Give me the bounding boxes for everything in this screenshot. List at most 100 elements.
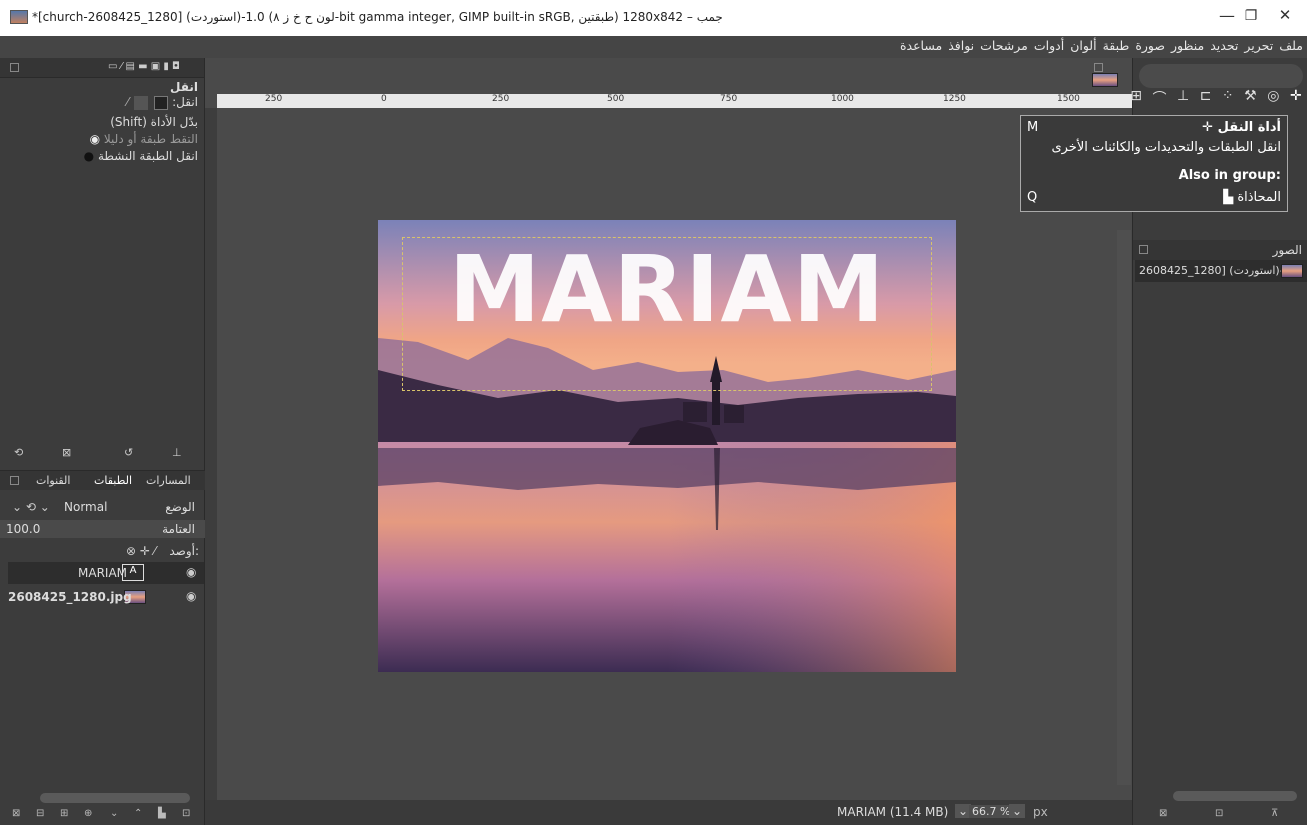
lock-label: أوصد: (169, 544, 199, 558)
paint-tools-icon[interactable]: ⌒ (1152, 88, 1166, 110)
tooltip-title: أداة النقل (1217, 120, 1281, 135)
visibility-eye-icon[interactable]: ◉ (186, 565, 196, 579)
menu-help[interactable]: مساعدة (900, 38, 942, 53)
image-tab-thumbnail (1092, 73, 1118, 87)
ruler-tick: 750 (720, 94, 738, 104)
menu-colors[interactable]: ألوان (1070, 38, 1096, 53)
new-layer-icon[interactable]: ⊠ (12, 808, 20, 819)
gimp-window: *[church-2608425_1280] (استوردت)-1.0 (لو… (0, 0, 1307, 825)
maximize-button[interactable]: ❐ (1236, 8, 1266, 24)
raise-layer-icon[interactable]: ⌃ (134, 808, 142, 819)
mask-icon[interactable]: ▙ (158, 808, 166, 819)
menu-tools[interactable]: أدوات (1034, 38, 1064, 53)
delete-icon[interactable]: ⊠ (62, 446, 71, 459)
image-tab[interactable] (1088, 62, 1133, 87)
tab-layers[interactable]: الطبقات (94, 474, 132, 487)
move-selection-icon[interactable] (134, 95, 149, 110)
delete-layer-icon[interactable]: ⊡ (182, 808, 190, 819)
move-tool-icon: ✛ (1202, 120, 1214, 135)
dock-menu-icon[interactable] (10, 63, 19, 72)
reset-icon[interactable]: ↺ (124, 446, 133, 459)
delete-image-icon[interactable]: ⊼ (1271, 808, 1278, 819)
new-display-icon[interactable]: ⊡ (1215, 808, 1223, 819)
radio-pick-icon[interactable]: ◉ (90, 132, 100, 146)
menu-file[interactable]: ملف (1279, 38, 1303, 53)
lower-layer-icon[interactable]: ⌄ (110, 808, 118, 819)
menu-filters[interactable]: مرشحات (980, 38, 1028, 53)
zoom-value[interactable]: 66.7 % (969, 805, 1014, 818)
ruler-tick: 1000 (831, 94, 854, 104)
window-title: *[church-2608425_1280] (استوردت)-1.0 (لو… (32, 10, 723, 24)
layer-row-text[interactable]: ◉ A MARIAM (8, 562, 204, 584)
duplicate-icon[interactable]: ⊞ (60, 808, 68, 819)
layer-row-image[interactable]: ◉ 2608425_1280.jpg (8, 586, 204, 608)
tooltip-description: انقل الطبقات والتحديدات والكائنات الأخرى (1051, 140, 1281, 155)
images-scrollbar[interactable] (1173, 791, 1297, 801)
tool-options-header: ▭ ⁄ ▤ ▬ ▣ ▮ ◘ (0, 58, 204, 78)
ruler-tick: 1250 (943, 94, 966, 104)
new-group-icon[interactable]: ⊟ (36, 808, 44, 819)
lock-icons[interactable]: ⊗ ✛ ⁄ (126, 544, 156, 558)
tab-channels[interactable]: القنوات (36, 474, 70, 487)
tooltip-group-label: Also in group: (1178, 168, 1281, 183)
image-canvas[interactable]: MARIAM (378, 220, 956, 672)
crop-icon[interactable]: ⊏ (1200, 88, 1212, 110)
option-active-label: انقل الطبقة النشطة (97, 149, 198, 163)
restore-icon[interactable]: ⟲ (14, 446, 23, 459)
tooltip-shortcut: M (1027, 120, 1039, 135)
mode-value[interactable]: Normal (64, 500, 107, 514)
move-layer-icon[interactable] (154, 95, 169, 110)
canvas-area[interactable]: 250 0 250 500 750 1000 1250 1500 MARIAM … (205, 58, 1132, 825)
image-list-name: 2608425_1280] (استوردت)-1 (1139, 264, 1291, 277)
opacity-value[interactable]: 100.0 (6, 522, 40, 536)
text-layer-mariam[interactable]: MARIAM (378, 236, 956, 343)
menu-view[interactable]: منظور (1171, 38, 1204, 53)
move-path-icon[interactable]: ⁄ (127, 95, 129, 109)
option-pick-label: التقط طبقة أو دليلا (103, 132, 198, 146)
tab-paths[interactable]: المسارات (146, 474, 191, 487)
zoom-chevron-icon[interactable]: ⌄ (1009, 804, 1026, 818)
layers-tabbar: القنوات الطبقات المسارات (0, 470, 205, 490)
menu-edit[interactable]: تحرير (1244, 38, 1273, 53)
images-header: الصور (1133, 240, 1307, 260)
radio-active-icon[interactable]: ● (84, 149, 94, 163)
right-vertical-ruler[interactable] (1117, 230, 1131, 785)
layer-name: 2608425_1280.jpg (8, 590, 132, 604)
layers-dock-menu-icon[interactable] (10, 476, 19, 485)
tooltip-group-item: المحاذاة (1237, 190, 1281, 205)
horizontal-ruler[interactable]: 250 0 250 500 750 1000 1250 1500 (217, 94, 1132, 108)
layers-scrollbar[interactable] (40, 793, 190, 803)
toolbox: ⊞ ⌒ ⊥ ⊏ ⁘ ⚒ ◎ ✛ (1125, 88, 1307, 110)
unit-value[interactable]: px (1033, 805, 1048, 819)
anchor-icon[interactable]: ⊕ (84, 808, 92, 819)
paint-icon[interactable]: ⚒ (1244, 88, 1257, 110)
menu-image[interactable]: صورة (1135, 38, 1165, 53)
transform-tools-icon[interactable]: ⊥ (1177, 88, 1189, 110)
ruler-tick: 1500 (1057, 94, 1080, 104)
images-title: الصور (1272, 243, 1302, 257)
vertical-ruler[interactable] (205, 108, 217, 825)
visibility-eye-icon[interactable]: ◉ (186, 589, 196, 603)
raise-view-icon[interactable]: ⊠ (1159, 808, 1167, 819)
close-tab-icon[interactable] (1094, 62, 1103, 72)
image-list-item[interactable]: 2608425_1280] (استوردت)-1 (1135, 260, 1307, 282)
fuzzy-select-icon[interactable]: ⁘ (1222, 88, 1234, 110)
selection-tools-icon[interactable]: ⊞ (1130, 88, 1142, 110)
ellipse-select-icon[interactable]: ◎ (1267, 88, 1279, 110)
image-list-thumbnail (1281, 264, 1303, 278)
menu-layer[interactable]: طبقة (1103, 38, 1130, 53)
save-icon[interactable]: ⊥ (172, 446, 182, 459)
tab-icons[interactable]: ▭ ⁄ ▤ ▬ ▣ ▮ ◘ (108, 61, 180, 72)
images-dock-menu-icon[interactable] (1139, 245, 1148, 254)
close-button[interactable]: ✕ (1270, 6, 1300, 24)
mode-label: الوضع (165, 500, 195, 514)
move-tool-tooltip: M أداة النقل ✛ انقل الطبقات والتحديدات و… (1020, 115, 1288, 212)
menu-select[interactable]: تحديد (1210, 38, 1238, 53)
menu-windows[interactable]: نوافذ (948, 38, 974, 53)
move-tool-icon[interactable]: ✛ (1290, 88, 1302, 110)
status-bar: MARIAM (11.4 MB) ⌄ 66.7 % ⌄ px (205, 800, 1132, 825)
wilber-logo (1139, 64, 1303, 88)
mode-chevron-icon[interactable]: ⌄ ⟲ ⌄ (12, 500, 50, 514)
tool-options-title: انقل (170, 80, 198, 94)
tooltip-group-shortcut: Q (1027, 190, 1038, 205)
